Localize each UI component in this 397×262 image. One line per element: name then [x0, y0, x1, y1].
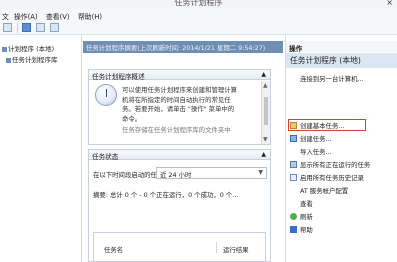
refresh-icon [290, 213, 297, 220]
summary-header: 任务计划程序摘要(上次刷新时间: 2014/1/21 星期二 9:54:27) [83, 41, 283, 53]
filter-label: 在以下时间段启动的任... [93, 171, 163, 179]
action-label: 导入任务... [300, 148, 332, 156]
navigation-tree: 计划程序 (本地) 任务计划程序库 [0, 35, 82, 262]
actions-header: 操作 [286, 41, 397, 53]
actions-section-title[interactable]: 任务计划程序 (本地) [286, 53, 397, 68]
action-create-task[interactable]: 创建任务... [290, 134, 332, 143]
action-label: 查看 [300, 200, 313, 208]
action-label: 显示所有正在运行的任务 [300, 161, 371, 169]
column-separator [216, 242, 217, 253]
time-range-value: 近 24 小时 [160, 171, 192, 179]
clock-icon [95, 84, 117, 106]
menu-item-view[interactable]: 查看(V) [46, 11, 70, 21]
column-run-result[interactable]: 运行结果 [223, 245, 249, 254]
tree-item-scheduler-local[interactable]: 计划程序 (本地) [2, 43, 54, 53]
close-icon[interactable]: × [386, 0, 393, 7]
action-at-service-config[interactable]: AT 服务帐户配置 [300, 186, 348, 195]
action-enable-history[interactable]: 启用所有任务历史记录 [290, 173, 364, 182]
task-status-panel: 任务状态 ▲ 在以下时间段启动的任... 近 24 小时 ▼ 摘要: 总计 0 … [88, 149, 271, 262]
menu-item-help[interactable]: 帮助(H) [78, 11, 102, 21]
overview-description: 可以使用任务计划程序来创建和管理计算机将在所指定的时间自动执行的常见任务。若要开… [122, 86, 238, 123]
action-view[interactable]: 查看 [300, 199, 313, 208]
task-status-title: 任务状态 [92, 153, 119, 161]
title-bar: 任务计划程序 × [0, 0, 397, 9]
overview-description-more: 任务存储在任务计划程序库的文件夹中 [122, 126, 231, 134]
show-tree-icon[interactable] [22, 23, 31, 32]
action-import-task[interactable]: 导入任务... [300, 147, 332, 156]
folder-icon [6, 57, 11, 63]
overview-scrollbar[interactable]: ▲ ▼ [261, 81, 270, 144]
create-task-icon [290, 135, 297, 142]
scroll-down-icon[interactable]: ▼ [263, 136, 268, 143]
task-status-header[interactable]: 任务状态 ▲ [89, 150, 270, 161]
action-label: 连接到另一台计算机... [300, 75, 364, 83]
help-toolbar-icon[interactable] [36, 23, 45, 32]
back-icon[interactable] [3, 23, 12, 32]
action-show-running-tasks[interactable]: 显示所有正在运行的任务 [290, 160, 370, 169]
action-label: 帮助 [300, 226, 313, 234]
summary-pane: 任务计划程序摘要(上次刷新时间: 2014/1/21 星期二 9:54:27) … [83, 35, 283, 262]
collapse-icon[interactable]: ▲ [261, 71, 266, 78]
action-label: 创建任务... [300, 135, 332, 143]
actions-pane: 操作 任务计划程序 (本地) 连接到另一台计算机... 创建基本任务... 创建… [285, 35, 397, 262]
action-help[interactable]: 帮助 [290, 225, 313, 234]
collapse-icon[interactable]: ▲ [261, 151, 266, 158]
column-task-name[interactable]: 任务名 [104, 245, 123, 254]
task-status-table: 任务名 运行结果 [93, 232, 266, 262]
time-range-select[interactable]: 近 24 小时 ▼ [156, 167, 267, 179]
tree-item-label: 计划程序 (本地) [8, 45, 55, 53]
toolbar [0, 21, 397, 35]
clock-icon [2, 46, 7, 52]
show-action-pane-icon[interactable] [50, 23, 59, 32]
action-create-basic-task[interactable]: 创建基本任务... [290, 121, 344, 130]
overview-panel: 任务计划程序概述 ▲ 可以使用任务计划程序来创建和管理计算机将在所指定的时间自动… [88, 69, 271, 145]
create-basic-task-icon [290, 122, 297, 129]
history-icon [290, 174, 297, 181]
menu-bar: 文 操作(A) 查看(V) 帮助(H) [0, 9, 397, 21]
toolbar-separator [17, 23, 18, 33]
action-label: 创建基本任务... [300, 122, 345, 130]
window-title: 任务计划程序 [174, 0, 223, 7]
menu-item-file[interactable]: 文 [2, 11, 9, 21]
overview-title: 任务计划程序概述 [92, 73, 145, 81]
running-tasks-icon [290, 161, 297, 168]
help-icon [290, 226, 297, 233]
action-label: 启用所有任务历史记录 [300, 174, 364, 182]
overview-panel-header[interactable]: 任务计划程序概述 ▲ [89, 70, 270, 81]
action-connect-computer[interactable]: 连接到另一台计算机... [300, 74, 364, 83]
menu-item-action[interactable]: 操作(A) [14, 11, 38, 21]
chevron-down-icon: ▼ [258, 169, 263, 176]
tree-item-library[interactable]: 任务计划程序库 [6, 54, 58, 64]
action-label: AT 服务帐户配置 [300, 187, 349, 195]
scroll-thumb[interactable] [264, 97, 268, 125]
action-refresh[interactable]: 刷新 [290, 212, 313, 221]
status-summary: 摘要: 总计 0 个 - 0 个正在运行，0 个成功，0 个... [93, 191, 239, 199]
scroll-up-icon[interactable]: ▲ [263, 82, 268, 89]
tree-item-label: 任务计划程序库 [12, 56, 58, 64]
action-label: 刷新 [300, 213, 313, 221]
